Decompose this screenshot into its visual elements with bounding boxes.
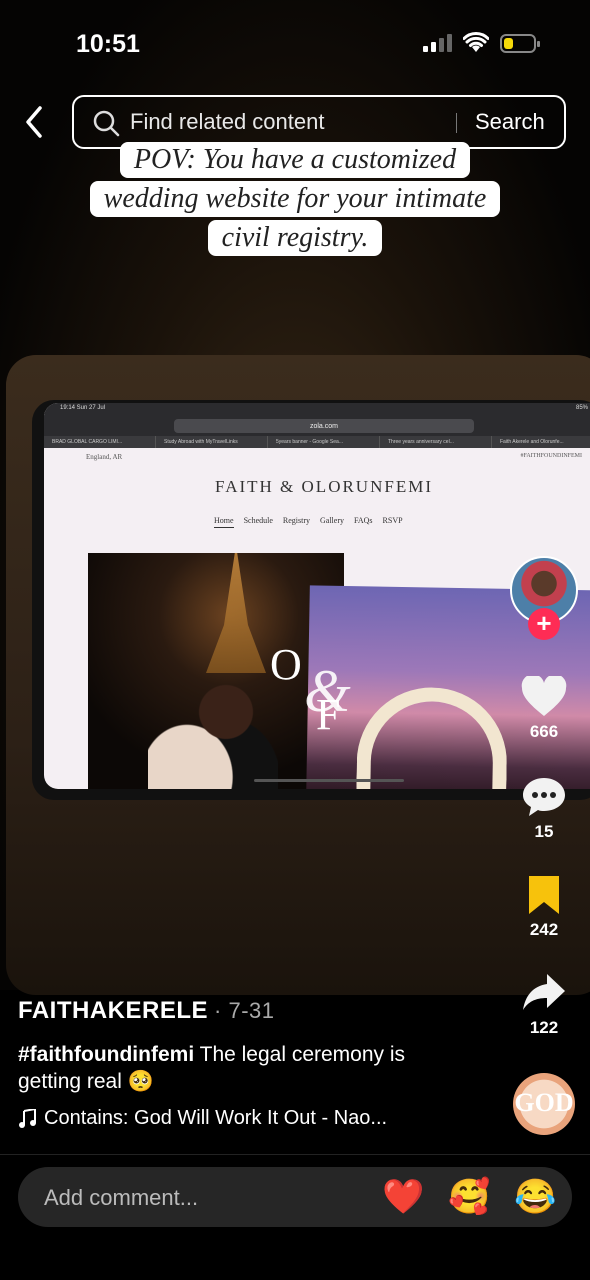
like-count: 666: [529, 722, 559, 741]
status-time: 10:51: [76, 30, 140, 58]
site-nav-rsvp: RSVP: [382, 516, 403, 525]
back-icon[interactable]: [20, 104, 48, 140]
flower-arch: [356, 686, 509, 789]
comment-icon: [523, 778, 565, 816]
username[interactable]: FAITHAKERELE · 7-31: [18, 997, 275, 1025]
caption-line: civil registry.: [0, 220, 590, 256]
ipad-tab: BRAD GLOBAL CARGO LIMI...: [44, 436, 156, 448]
site-nav-registry: Registry: [282, 516, 310, 525]
ipad-time: 19:14 Sun 27 Jul: [60, 405, 106, 411]
heart-icon: [521, 676, 567, 716]
signal-icon: [423, 34, 452, 52]
bride-figure: [148, 673, 278, 789]
ipad-tab: Study Abroad with MyTravelLinks: [156, 436, 268, 448]
search-divider: [456, 113, 457, 133]
caption-text: civil registry.: [207, 220, 383, 256]
save-count: 242: [529, 920, 559, 939]
site-nav-gallery: Gallery: [320, 516, 344, 525]
wifi-icon: [463, 32, 489, 52]
monogram-f: F: [316, 690, 341, 739]
post-date: · 7-31: [214, 998, 275, 1023]
caption-text: wedding website for your intimate: [89, 181, 501, 217]
site-nav-faqs: FAQs: [354, 516, 373, 525]
comment-bar[interactable]: Add comment... ❤️ 🥰 😂: [18, 1167, 572, 1227]
like-button[interactable]: 666: [508, 676, 580, 742]
share-count: 122: [529, 1018, 559, 1037]
monogram-o: O: [270, 640, 302, 689]
search-bar[interactable]: Find related content Search: [72, 95, 566, 149]
username-text[interactable]: FAITHAKERELE: [18, 997, 208, 1024]
bookmark-icon: [529, 876, 559, 914]
ipad-url: zola.com: [174, 419, 474, 433]
follow-button[interactable]: +: [528, 608, 560, 640]
caption-text: POV: You have a customized: [119, 142, 471, 178]
ipad-tab-strip: BRAD GLOBAL CARGO LIMI... Study Abroad w…: [44, 436, 590, 448]
hashtag-link[interactable]: #faithfoundinfemi: [18, 1043, 194, 1066]
site-nav-home: Home: [214, 516, 234, 528]
laughing-emoji-button[interactable]: 😂: [514, 1177, 556, 1217]
share-button[interactable]: 122: [508, 972, 580, 1038]
ipad-battery: 85%: [575, 405, 588, 411]
eiffel-tower: [206, 553, 266, 673]
site-nav-schedule: Schedule: [243, 516, 273, 525]
battery-icon: [500, 34, 540, 53]
smiling-hearts-emoji-button[interactable]: 🥰: [448, 1177, 490, 1217]
comment-input[interactable]: Add comment...: [44, 1185, 198, 1211]
music-disc[interactable]: GOD: [513, 1073, 575, 1135]
divider: [0, 1154, 590, 1155]
comment-count: 15: [534, 822, 554, 841]
search-button[interactable]: Search: [475, 109, 545, 135]
site-location: England, AR: [86, 453, 123, 461]
site-title: FAITH & OLORUNFEMI: [215, 477, 433, 496]
ipad-home-indicator: [254, 779, 404, 782]
caption-line: wedding website for your intimate: [0, 181, 590, 217]
monogram: O & F: [270, 640, 351, 737]
save-button[interactable]: 242: [508, 874, 580, 940]
comment-button[interactable]: 15: [508, 776, 580, 842]
ipad-tab: 5years banner - Google Sea...: [268, 436, 380, 448]
music-note-icon: [19, 1108, 36, 1128]
caption-line: POV: You have a customized: [0, 142, 590, 178]
site-nav: Home Schedule Registry Gallery FAQs RSVP: [214, 516, 403, 528]
ipad-tab: Faith Akerele and Olorunfe...: [492, 436, 590, 448]
heart-emoji-button[interactable]: ❤️: [382, 1177, 424, 1217]
ipad-browser-bar: zola.com: [44, 415, 590, 437]
search-input[interactable]: Find related content: [130, 109, 324, 135]
music-info[interactable]: Contains: God Will Work It Out - Nao...: [18, 1107, 387, 1130]
search-icon: [93, 110, 120, 137]
site-hashtag: #FAITHFOUNDINFEMI: [520, 453, 582, 459]
ipad-tab: Three years anniversary cel...: [380, 436, 492, 448]
post-description: #faithfoundinfemi The legal ceremony is …: [18, 1041, 448, 1095]
music-title[interactable]: Contains: God Will Work It Out - Nao...: [44, 1107, 387, 1130]
share-arrow-icon: [523, 974, 565, 1010]
status-bar: 10:51: [0, 0, 590, 90]
